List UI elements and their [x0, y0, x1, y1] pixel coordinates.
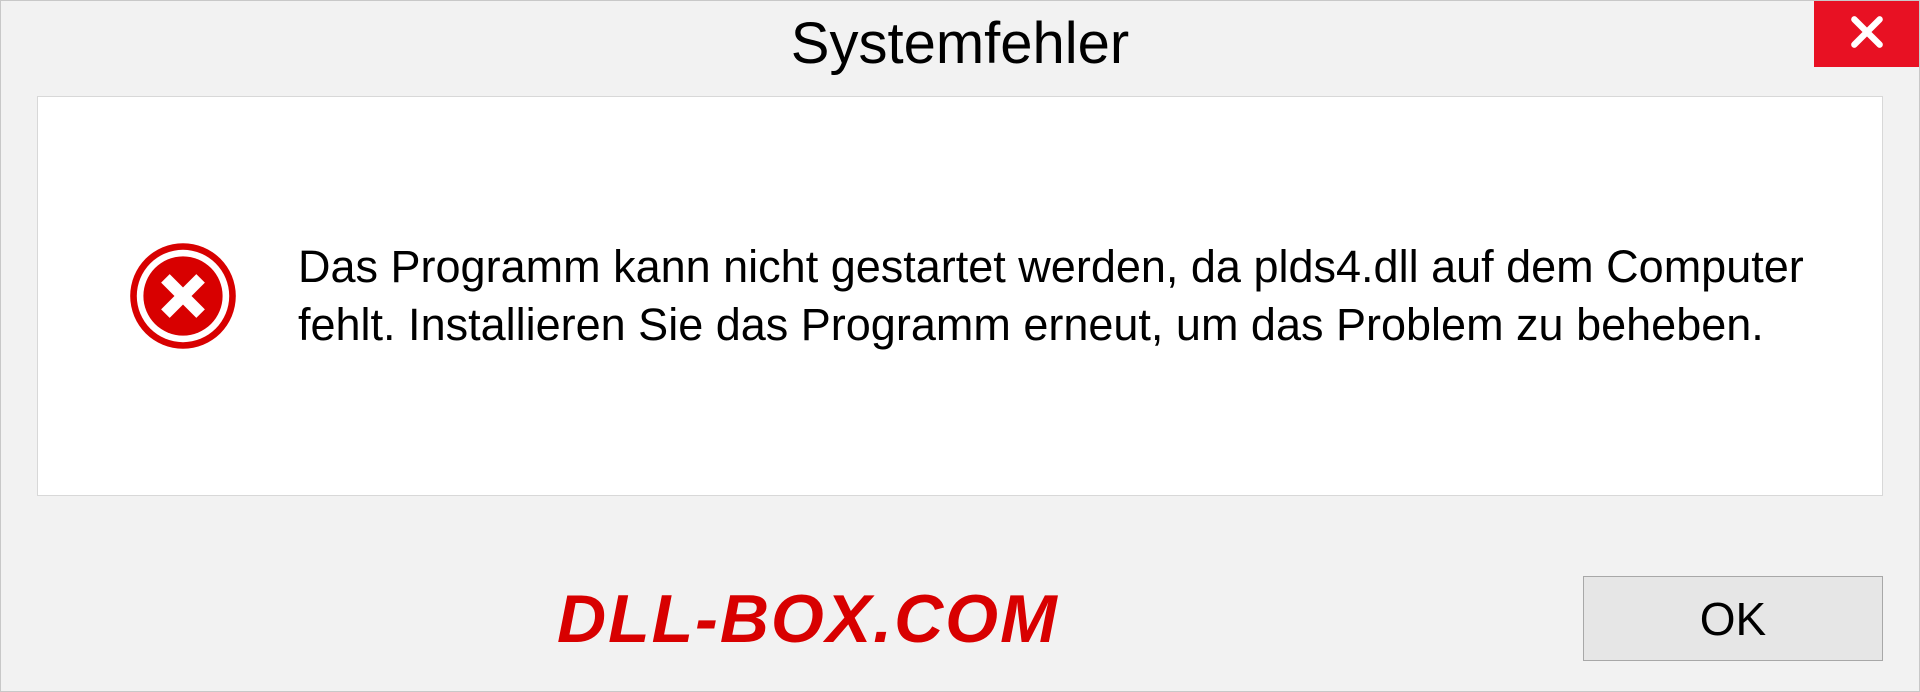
error-message: Das Programm kann nicht gestartet werden… [298, 238, 1822, 355]
close-icon [1848, 13, 1886, 56]
error-icon [128, 241, 238, 351]
message-panel: Das Programm kann nicht gestartet werden… [37, 96, 1883, 496]
titlebar: Systemfehler [1, 1, 1919, 86]
footer: DLL-BOX.COM OK [1, 576, 1919, 661]
watermark-text: DLL-BOX.COM [557, 580, 1059, 658]
ok-button[interactable]: OK [1583, 576, 1883, 661]
dialog-title: Systemfehler [791, 10, 1129, 77]
close-button[interactable] [1814, 1, 1919, 67]
